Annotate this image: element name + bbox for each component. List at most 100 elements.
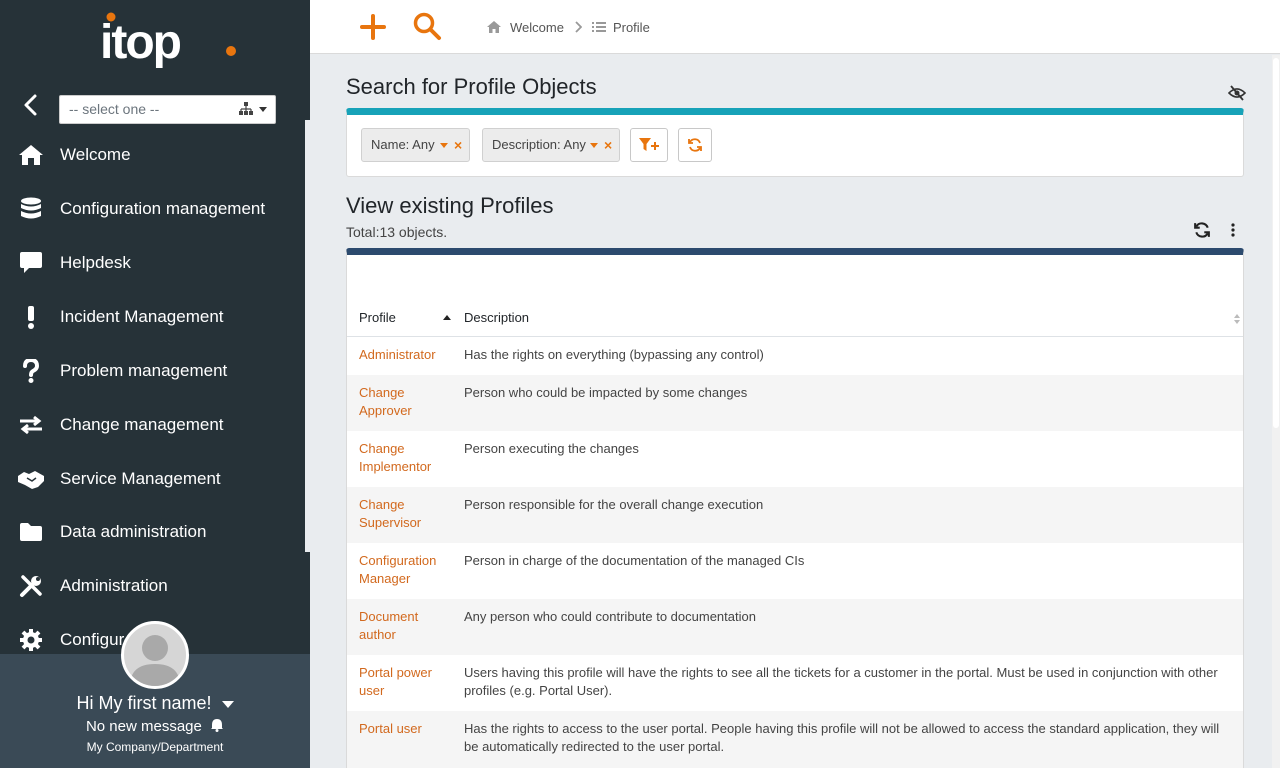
table-row[interactable]: Configuration Manager Person in charge of… [347,543,1243,599]
menu-item-label: Change management [60,415,224,434]
close-icon[interactable]: × [454,129,462,161]
profile-description: Users having this profile will have the … [464,665,1218,698]
chevron-right-icon [575,21,582,33]
menu-item-service-management[interactable]: Service Management [0,459,305,499]
menu-item-label: Data administration [60,522,207,541]
breadcrumb-item-profile[interactable]: Profile [613,20,650,35]
profile-description: Person executing the changes [464,441,639,456]
profile-link[interactable]: Portal power user [359,664,449,700]
table-row[interactable]: Portal power user Users having this profi… [347,655,1243,711]
menu-item-label: Incident Management [60,307,224,326]
profiles-table: Profile Description Administrator Has the… [346,248,1244,768]
menu-item-label: Configuration management [60,199,266,218]
add-criteria-button[interactable] [630,128,668,162]
profile-link[interactable]: Portal user [359,720,449,738]
more-vertical-icon[interactable] [1226,222,1240,238]
plus-icon[interactable] [358,12,388,42]
profile-description: Has the rights on everything (bypassing … [464,347,764,362]
filter-plus-icon [639,138,659,151]
caret-down-icon [440,143,448,148]
criteria-description[interactable]: Description: Any × [482,128,620,162]
profile-description: Has the rights to access to the user por… [464,721,1220,754]
organization-select-value: -- select one -- [69,101,160,117]
menu-item-incident-management[interactable]: Incident Management [0,297,305,337]
refresh-icon[interactable] [1194,222,1210,238]
profile-link[interactable]: Change Implementor [359,440,449,476]
menu-item-configuration-management[interactable]: Configuration management [0,189,305,229]
menu-item-data-administration[interactable]: Data administration [0,512,305,552]
menu-item-helpdesk[interactable]: Helpdesk [0,243,305,283]
exchange-icon [17,411,45,439]
sidebar: itop -- select one -- Welcome Configurat… [0,0,310,768]
bell-icon [211,719,224,732]
home-icon [17,141,45,169]
profile-link[interactable]: Document author [359,608,449,644]
question-icon [17,357,45,385]
main-content: Search for Profile Objects Name: Any × D… [310,55,1272,768]
menu-item-change-management[interactable]: Change management [0,405,305,445]
database-icon [17,195,45,223]
user-organization: My Company/Department [86,740,224,754]
profile-description: Person responsible for the overall chang… [464,497,764,512]
menu-item-administration[interactable]: Administration [0,566,305,606]
folder-icon [17,518,45,546]
comment-icon [17,249,45,277]
scrollbar-thumb[interactable] [1273,58,1279,428]
menu-item-label: Service Management [60,469,221,488]
breadcrumb-item-welcome[interactable]: Welcome [510,20,564,35]
total-count: Total:13 objects. [346,224,448,240]
chevron-left-icon[interactable] [18,92,44,118]
breadcrumb: Welcome Profile [486,18,650,36]
criteria-name[interactable]: Name: Any × [361,128,470,162]
table-row[interactable]: Document author Any person who could cont… [347,599,1243,655]
top-bar: Welcome Profile [310,0,1280,54]
profile-link[interactable]: Configuration Manager [359,552,449,588]
search-icon[interactable] [412,11,442,41]
eye-slash-icon[interactable] [1228,85,1246,101]
menu-item-label: Helpdesk [60,253,131,272]
table-row[interactable]: Change Supervisor Person responsible for … [347,487,1243,543]
table-row[interactable]: Portal user Has the rights to access to t… [347,711,1243,768]
search-form: Name: Any × Description: Any × [346,108,1244,177]
sitemap-icon [239,102,253,115]
menu-item-label: Configur [60,630,125,649]
criteria-name-label: Name: Any [371,137,435,152]
tools-icon [17,572,45,600]
table-header: Profile Description [347,301,1243,337]
table-row[interactable]: Change Implementor Person executing the c… [347,431,1243,487]
itop-logo[interactable]: itop [100,10,240,80]
menu-item-label: Problem management [60,361,228,380]
page-scrollbar[interactable] [1272,55,1280,768]
logo-text: itop [100,16,181,69]
profile-link[interactable]: Change Approver [359,384,449,420]
close-icon[interactable]: × [604,129,612,161]
column-header-profile[interactable]: Profile [359,310,396,325]
refresh-search-button[interactable] [678,128,712,162]
messages-label: No new message [85,718,202,735]
menu-item-welcome[interactable]: Welcome [0,135,305,175]
column-header-description[interactable]: Description [464,310,529,325]
gear-icon [17,626,45,654]
user-menu-toggle[interactable]: Hi My first name! [0,693,310,714]
criteria-description-label: Description: Any [492,137,586,152]
home-icon [487,21,501,33]
avatar[interactable] [121,621,189,689]
menu-item-label: Welcome [60,145,131,164]
sort-icon [1234,314,1240,324]
refresh-icon [688,138,702,152]
table-row[interactable]: Administrator Has the rights on everythin… [347,337,1243,375]
menu-item-problem-management[interactable]: Problem management [0,351,305,391]
profile-description: Person who could be impacted by some cha… [464,385,748,400]
profile-link[interactable]: Administrator [359,346,449,364]
list-icon [591,22,606,32]
user-greeting: Hi My first name! [76,693,212,713]
profile-link[interactable]: Change Supervisor [359,496,449,532]
menu-item-label: Administration [60,576,168,595]
profile-description: Any person who could contribute to docum… [464,609,756,624]
chevron-down-icon [259,107,267,112]
table-row[interactable]: Change Approver Person who could be impac… [347,375,1243,431]
list-title: View existing Profiles [346,193,554,218]
organization-select[interactable]: -- select one -- [59,95,276,124]
sort-ascending-icon [443,315,451,320]
user-messages[interactable]: No new message [0,718,310,735]
